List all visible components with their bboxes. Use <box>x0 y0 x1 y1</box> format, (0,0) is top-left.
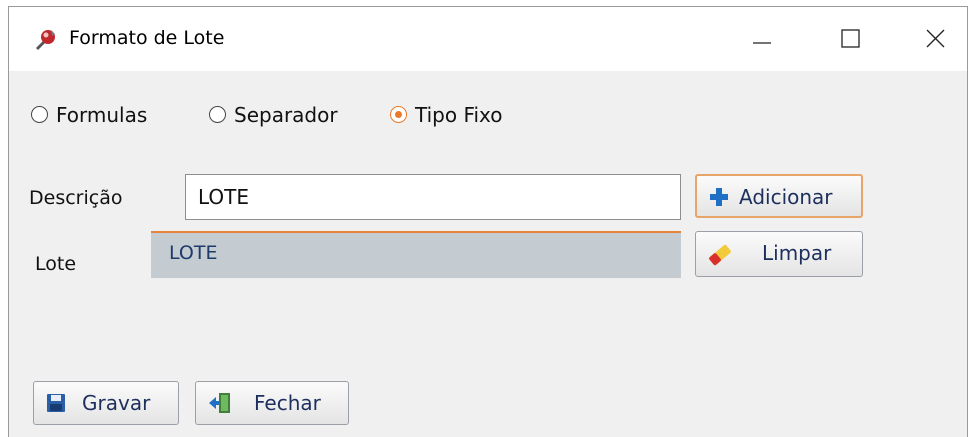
eraser-icon <box>706 241 734 274</box>
radio-circle[interactable] <box>209 106 226 123</box>
exit-door-icon <box>208 392 232 419</box>
maximize-button[interactable] <box>819 7 883 71</box>
descricao-input[interactable] <box>185 174 681 220</box>
radio-separador[interactable]: Separador <box>209 103 369 129</box>
limpar-label: Limpar <box>762 241 832 265</box>
lote-value: LOTE <box>169 242 218 264</box>
floppy-disk-icon <box>46 393 66 418</box>
radio-circle[interactable] <box>31 106 48 123</box>
close-window-button[interactable] <box>904 7 968 71</box>
gravar-button[interactable]: Gravar <box>33 381 179 425</box>
title-bar[interactable]: Formato de Lote <box>9 7 967 71</box>
radio-selected-dot <box>394 110 402 118</box>
lote-preview-field: LOTE <box>151 231 681 278</box>
close-icon <box>926 29 945 48</box>
fechar-button[interactable]: Fechar <box>195 381 349 425</box>
maximize-icon <box>841 29 860 48</box>
radio-circle[interactable] <box>390 106 407 123</box>
lote-label: Lote <box>35 253 77 275</box>
adicionar-label: Adicionar <box>739 185 833 209</box>
radio-tipo-fixo[interactable]: Tipo Fixo <box>390 103 540 129</box>
window-title: Formato de Lote <box>69 27 225 49</box>
radio-formulas[interactable]: Formulas <box>31 103 181 129</box>
descricao-label: Descrição <box>29 187 123 209</box>
minimize-button[interactable] <box>731 7 795 71</box>
gravar-label: Gravar <box>82 391 151 415</box>
plus-icon <box>709 187 729 212</box>
minimize-icon <box>753 42 771 44</box>
fechar-label: Fechar <box>254 391 321 415</box>
radio-label: Tipo Fixo <box>415 103 503 127</box>
app-icon <box>33 28 57 52</box>
adicionar-button[interactable]: Adicionar <box>695 174 863 218</box>
dialog-window: Formato de Lote Formulas Separador Tipo … <box>8 6 968 437</box>
radio-label: Formulas <box>56 103 148 127</box>
radio-label: Separador <box>234 103 338 127</box>
limpar-button[interactable]: Limpar <box>695 231 863 277</box>
